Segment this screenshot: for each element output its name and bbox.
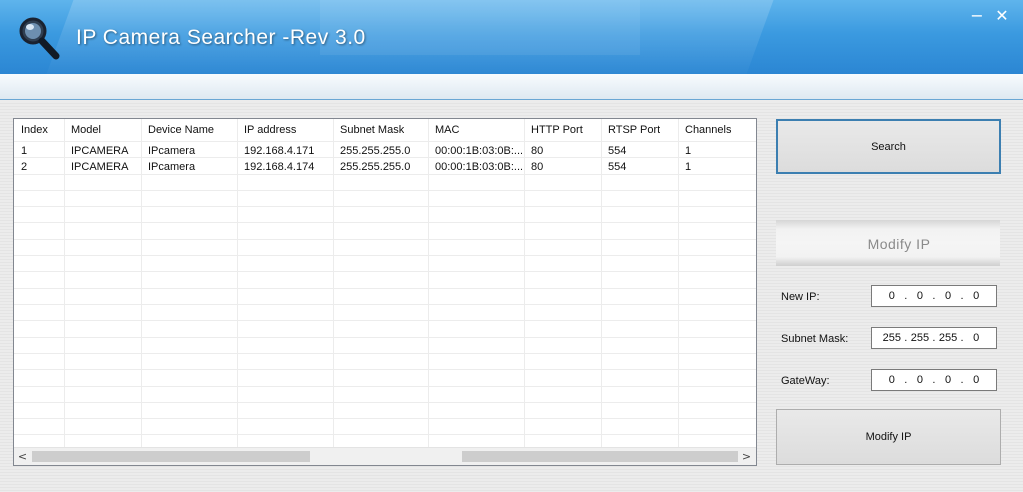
row-divider (14, 320, 756, 321)
octet: 0 (888, 374, 895, 386)
new-ip-label: New IP: (781, 291, 820, 303)
table-cell: 554 (608, 161, 627, 173)
scrollbar-track-segment (462, 451, 738, 462)
row-divider (14, 353, 756, 354)
table-cell: 255.255.255.0 (340, 161, 411, 173)
column-header[interactable]: Device Name (148, 124, 214, 136)
table-cell: IPcamera (148, 145, 196, 157)
magnifier-icon (19, 17, 60, 60)
row-divider (14, 337, 756, 338)
modify-ip-button[interactable]: Modify IP (776, 409, 1001, 465)
gateway-field[interactable]: 0. 0. 0. 0 (871, 369, 997, 391)
table-cell: 1 (685, 161, 692, 173)
table-cell: 2 (21, 161, 28, 173)
octet: 0 (944, 290, 952, 302)
table-cell: 80 (531, 145, 544, 157)
table-cell: 1 (21, 145, 28, 157)
horizontal-scrollbar[interactable]: < > (14, 447, 756, 465)
table-cell: 554 (608, 145, 627, 157)
row-divider (14, 402, 756, 403)
table-cell: 192.168.4.171 (244, 145, 315, 157)
octet: 0 (916, 290, 923, 302)
minimize-button[interactable]: − (968, 7, 986, 25)
row-divider (14, 239, 756, 240)
app-title: IP Camera Searcher -Rev 3.0 (76, 26, 366, 49)
scrollbar-thumb[interactable] (32, 451, 310, 462)
table-cell: 00:00:1B:03:0B:... (435, 161, 522, 173)
row-divider (14, 190, 756, 191)
row-divider (14, 304, 756, 305)
title-bar-shine (320, 0, 640, 55)
search-button[interactable]: Search (776, 119, 1001, 174)
gateway-label: GateWay: (781, 375, 830, 387)
column-header[interactable]: RTSP Port (608, 124, 660, 136)
octet: 0 (973, 290, 980, 302)
row-divider (14, 386, 756, 387)
table-cell: 1 (685, 145, 692, 157)
modify-ip-section-title: Modify IP (867, 236, 931, 252)
row-divider (14, 255, 756, 256)
table-cell: 80 (531, 161, 544, 173)
column-header[interactable]: HTTP Port (531, 124, 583, 136)
table-row[interactable]: 2 IPCAMERA IPcamera 192.168.4.174 255.255.25… (14, 161, 756, 175)
octet: 0 (888, 290, 895, 302)
octet: 0 (973, 332, 980, 344)
scroll-left-icon[interactable]: < (14, 448, 31, 465)
row-divider (14, 222, 756, 223)
table-cell: IPcamera (148, 161, 196, 173)
octet: 0 (973, 374, 980, 386)
octet: 255 (910, 332, 930, 344)
row-divider (14, 418, 756, 419)
table-cell: IPCAMERA (71, 161, 129, 173)
close-button[interactable]: ✕ (993, 7, 1011, 25)
octet: 255 (938, 332, 958, 344)
table-row[interactable]: 1 IPCAMERA IPcamera 192.168.4.171 255.255.25… (14, 145, 756, 159)
row-divider (14, 434, 756, 435)
device-list-table[interactable]: Index Model Device Name IP address Subnet Ma… (13, 118, 757, 466)
new-ip-field[interactable]: 0. 0. 0. 0 (871, 285, 997, 307)
row-divider (14, 206, 756, 207)
subnet-mask-field[interactable]: 255. 255. 255. 0 (871, 327, 997, 349)
scroll-right-icon[interactable]: > (738, 448, 755, 465)
column-header[interactable]: MAC (435, 124, 459, 136)
column-header[interactable]: Model (71, 124, 101, 136)
table-cell: 00:00:1B:03:0B:... (435, 145, 522, 157)
subnet-mask-label: Subnet Mask: (781, 333, 849, 345)
title-bar: IP Camera Searcher -Rev 3.0 − ✕ (0, 0, 1023, 74)
column-header[interactable]: Index (21, 124, 48, 136)
table-cell: 255.255.255.0 (340, 145, 411, 157)
octet: 0 (944, 374, 952, 386)
column-header[interactable]: Channels (685, 124, 731, 136)
table-cell: IPCAMERA (71, 145, 129, 157)
row-divider (14, 271, 756, 272)
table-cell: 192.168.4.174 (244, 161, 315, 173)
octet: 255 (882, 332, 901, 344)
row-divider (14, 141, 756, 142)
octet: 0 (916, 374, 923, 386)
table-grid: Index Model Device Name IP address Subnet Ma… (14, 119, 756, 447)
row-divider (14, 369, 756, 370)
row-divider (14, 288, 756, 289)
column-header[interactable]: IP address (244, 124, 296, 136)
column-header[interactable]: Subnet Mask (340, 124, 404, 136)
header-band (0, 74, 1023, 100)
